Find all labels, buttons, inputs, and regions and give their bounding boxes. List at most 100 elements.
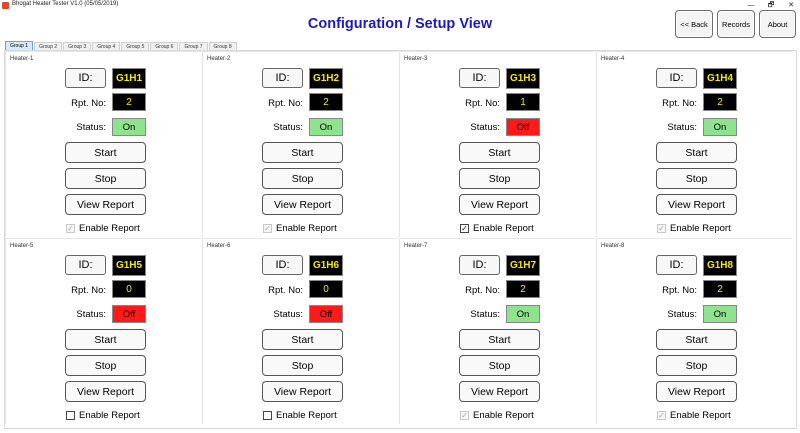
enable-report-label: Enable Report [670,410,731,421]
enable-report-checkbox[interactable]: ✓ Enable Report [657,223,731,234]
view-report-button[interactable]: View Report [459,381,540,402]
id-button[interactable]: ID: [459,68,500,88]
status-label: Status: [76,309,106,320]
stop-button[interactable]: Stop [459,168,540,189]
about-button[interactable]: About [759,10,796,38]
checkbox-icon[interactable] [66,411,75,420]
checkbox-icon[interactable]: ✓ [657,411,666,420]
stop-button[interactable]: Stop [656,168,737,189]
start-button[interactable]: Start [262,329,343,350]
rpt-no-label: Rpt. No: [268,285,303,296]
enable-report-label: Enable Report [473,223,534,234]
rpt-no-value: 2 [309,93,343,111]
view-report-button[interactable]: View Report [65,381,146,402]
checkbox-icon[interactable]: ✓ [263,224,272,233]
rpt-no-value: 2 [703,280,737,298]
status-label: Status: [667,122,697,133]
status-label: Status: [273,122,303,133]
checkbox-icon[interactable]: ✓ [460,411,469,420]
enable-report-label: Enable Report [276,223,337,234]
status-indicator: Off [309,305,343,323]
heater-name: Heater-8 [601,243,625,249]
heater-grid: Heater-1 ID: G1H1 Rpt. No: 2 Status: On Start St… [4,50,797,429]
status-label: Status: [76,122,106,133]
view-report-button[interactable]: View Report [262,381,343,402]
heater-panel-7: Heater-7 ID: G1H7 Rpt. No: 2 Status: On Start St… [399,238,595,424]
view-report-button[interactable]: View Report [262,194,343,215]
rpt-no-label: Rpt. No: [268,98,303,109]
heater-name: Heater-2 [207,56,231,62]
view-report-button[interactable]: View Report [459,194,540,215]
start-button[interactable]: Start [65,329,146,350]
start-button[interactable]: Start [656,329,737,350]
heater-name: Heater-6 [207,243,231,249]
enable-report-checkbox[interactable]: ✓ Enable Report [263,223,337,234]
heater-name: Heater-1 [10,56,34,62]
enable-report-label: Enable Report [79,223,140,234]
enable-report-checkbox[interactable]: Enable Report [66,410,140,421]
heater-id-value: G1H4 [703,68,737,89]
stop-button[interactable]: Stop [65,168,146,189]
checkbox-icon[interactable]: ✓ [460,224,469,233]
status-indicator: On [112,118,146,136]
enable-report-label: Enable Report [79,410,140,421]
heater-name: Heater-4 [601,56,625,62]
enable-report-checkbox[interactable]: ✓ Enable Report [460,223,534,234]
stop-button[interactable]: Stop [262,168,343,189]
heater-id-value: G1H2 [309,68,343,89]
rpt-no-value: 1 [506,93,540,111]
id-button[interactable]: ID: [656,68,697,88]
heater-name: Heater-5 [10,243,34,249]
status-label: Status: [470,309,500,320]
rpt-no-label: Rpt. No: [465,98,500,109]
view-report-button[interactable]: View Report [656,194,737,215]
start-button[interactable]: Start [65,142,146,163]
enable-report-label: Enable Report [670,223,731,234]
start-button[interactable]: Start [262,142,343,163]
id-button[interactable]: ID: [65,255,106,275]
view-report-button[interactable]: View Report [656,381,737,402]
id-button[interactable]: ID: [459,255,500,275]
heater-id-value: G1H7 [506,255,540,276]
heater-name: Heater-7 [404,243,428,249]
id-button[interactable]: ID: [262,68,303,88]
rpt-no-label: Rpt. No: [662,98,697,109]
id-button[interactable]: ID: [65,68,106,88]
status-label: Status: [273,309,303,320]
enable-report-checkbox[interactable]: Enable Report [263,410,337,421]
back-button[interactable]: << Back [675,10,713,38]
start-button[interactable]: Start [459,329,540,350]
stop-button[interactable]: Stop [65,355,146,376]
stop-button[interactable]: Stop [262,355,343,376]
stop-button[interactable]: Stop [656,355,737,376]
records-button[interactable]: Records [717,10,755,38]
heater-panel-4: Heater-4 ID: G1H4 Rpt. No: 2 Status: On Start St… [596,51,792,237]
app-icon [2,2,9,9]
rpt-no-value: 2 [112,93,146,111]
rpt-no-label: Rpt. No: [71,285,106,296]
id-button[interactable]: ID: [262,255,303,275]
start-button[interactable]: Start [656,142,737,163]
rpt-no-label: Rpt. No: [465,285,500,296]
checkbox-icon[interactable] [263,411,272,420]
status-label: Status: [470,122,500,133]
heater-panel-3: Heater-3 ID: G1H3 Rpt. No: 1 Status: Off Start S… [399,51,595,237]
enable-report-checkbox[interactable]: ✓ Enable Report [460,410,534,421]
stop-button[interactable]: Stop [459,355,540,376]
window-title: Bhogat Heater Tester V1.0 (05/05/2019) [12,1,119,7]
id-button[interactable]: ID: [656,255,697,275]
start-button[interactable]: Start [459,142,540,163]
heater-panel-1: Heater-1 ID: G1H1 Rpt. No: 2 Status: On Start St… [5,51,201,237]
rpt-no-value: 0 [309,280,343,298]
rpt-no-label: Rpt. No: [662,285,697,296]
heater-name: Heater-3 [404,56,428,62]
checkbox-icon[interactable]: ✓ [66,224,75,233]
checkbox-icon[interactable]: ✓ [657,224,666,233]
rpt-no-label: Rpt. No: [71,98,106,109]
status-indicator: Off [506,118,540,136]
enable-report-checkbox[interactable]: ✓ Enable Report [66,223,140,234]
heater-panel-6: Heater-6 ID: G1H6 Rpt. No: 0 Status: Off Start S… [202,238,398,424]
view-report-button[interactable]: View Report [65,194,146,215]
status-indicator: On [309,118,343,136]
enable-report-checkbox[interactable]: ✓ Enable Report [657,410,731,421]
